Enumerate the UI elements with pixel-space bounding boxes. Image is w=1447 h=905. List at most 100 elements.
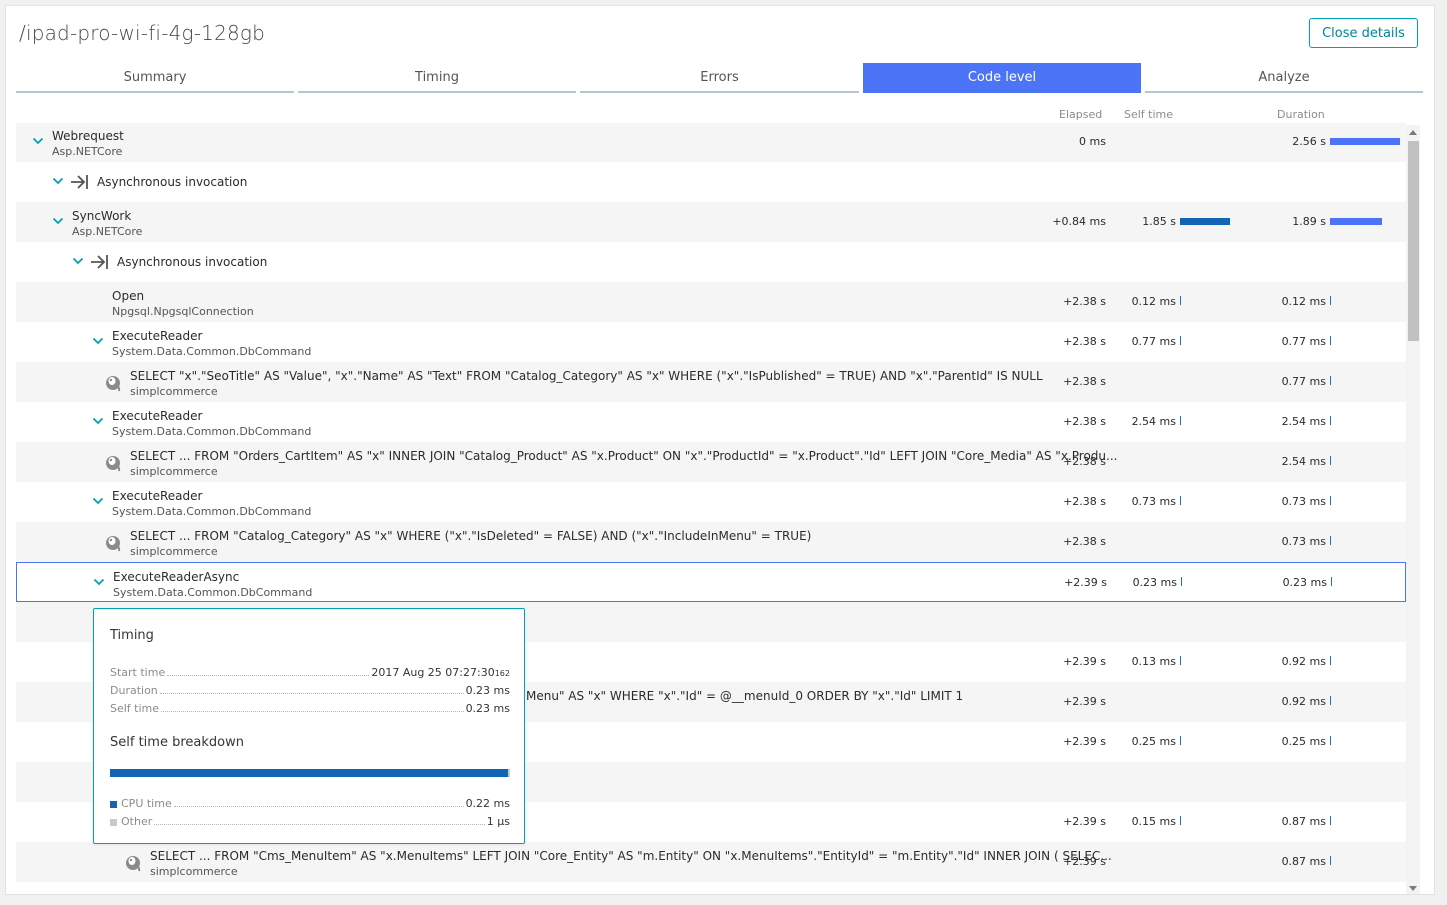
duration-value: 0.92 ms (1281, 695, 1326, 708)
call-tree-row[interactable]: ExecuteReader System.Data.Common.DbComman… (16, 402, 1406, 442)
self-time-value: 0.12 ms (1131, 295, 1176, 308)
column-header-elapsed[interactable]: Elapsed (1059, 108, 1102, 121)
column-header-duration[interactable]: Duration (1277, 108, 1325, 121)
duration-value: 2.54 ms (1281, 455, 1326, 468)
postgresql-icon (104, 454, 124, 472)
timing-tooltip: Timing Start time 2017 Aug 25 07:27:3016… (93, 608, 525, 844)
duration-bar (1331, 577, 1332, 586)
call-tree-row[interactable]: Asynchronous invocation (16, 162, 1406, 202)
duration-value: 0.25 ms (1281, 735, 1326, 748)
scrollbar[interactable] (1406, 125, 1420, 894)
row-subtitle: System.Data.Common.DbCommand (112, 505, 312, 518)
duration-bar (1330, 138, 1400, 145)
call-tree-row[interactable]: ExecuteReader System.Data.Common.DbComman… (16, 482, 1406, 522)
start-time-value: 2017 Aug 25 07:27:30 (371, 666, 495, 679)
tab-errors[interactable]: Errors (580, 63, 859, 93)
row-name: Open (112, 289, 145, 303)
call-tree-row[interactable]: Webrequest Asp.NETCore 0 ms 2.56 s (16, 123, 1406, 162)
row-subtitle: System.Data.Common.DbCommand (113, 586, 313, 599)
scroll-up-arrow-icon[interactable] (1409, 130, 1417, 135)
row-subtitle: simplcommerce (130, 385, 218, 398)
row-subtitle: System.Data.Common.DbCommand (112, 345, 312, 358)
call-tree-row[interactable]: Asynchronous invocation (16, 242, 1406, 282)
duration-value: 0.12 ms (1281, 295, 1326, 308)
self-time-value: 0.13 ms (1131, 655, 1176, 668)
duration-value: 0.87 ms (1281, 855, 1326, 868)
self-time-bar (1181, 577, 1182, 586)
column-header-self-time[interactable]: Self time (1124, 108, 1173, 121)
duration-bar (1330, 816, 1331, 825)
postgresql-icon (124, 854, 144, 872)
duration-bar (1330, 296, 1331, 305)
row-name: ExecuteReader (112, 489, 203, 503)
chevron-down-icon[interactable] (93, 576, 105, 588)
self-time-value: 2.54 ms (1131, 415, 1176, 428)
row-name: SELECT ... FROM "Catalog_Category" AS "x… (130, 529, 812, 543)
duration-value: 0.23 ms (1282, 576, 1327, 589)
other-time-line: Other 1 µs (110, 814, 510, 828)
tab-bar: Summary Timing Errors Code level Analyze (16, 63, 1423, 93)
self-time-value: 0.25 ms (1131, 735, 1176, 748)
tab-summary[interactable]: Summary (16, 63, 294, 93)
chevron-down-icon[interactable] (32, 135, 44, 147)
row-name: ExecuteReader (112, 409, 203, 423)
call-tree-row[interactable]: SELECT "x"."SeoTitle" AS "Value", "x"."N… (16, 362, 1406, 402)
self-time-value: 0.15 ms (1131, 815, 1176, 828)
call-tree-row[interactable]: ExecuteReader System.Data.Common.DbComman… (16, 322, 1406, 362)
duration-value: 2.56 s (1292, 135, 1326, 148)
duration-bar (1330, 856, 1331, 865)
call-tree-row-selected[interactable]: ExecuteReaderAsync System.Data.Common.DbC… (16, 562, 1406, 602)
self-time-value: 0.77 ms (1131, 335, 1176, 348)
row-name: SELECT "x"."SeoTitle" AS "Value", "x"."N… (130, 369, 1043, 383)
close-details-button[interactable]: Close details (1309, 18, 1418, 48)
duration-value: 0.23 ms (465, 684, 510, 697)
other-legend-swatch (110, 818, 117, 826)
call-tree-row[interactable]: SELECT ... FROM "Cms_MenuItem" AS "x.Men… (16, 842, 1406, 882)
self-time-bar (1180, 656, 1181, 665)
self-time-bar (1180, 218, 1230, 225)
row-subtitle: Asp.NETCore (72, 225, 143, 238)
start-time-line: Start time 2017 Aug 25 07:27:30162 (110, 665, 510, 679)
self-time-value: 0.23 ms (1132, 576, 1177, 589)
row-subtitle: System.Data.Common.DbCommand (112, 425, 312, 438)
duration-value: 0.77 ms (1281, 375, 1326, 388)
page-title: /ipad-pro-wi-fi-4g-128gb (19, 21, 266, 45)
chevron-down-icon[interactable] (52, 175, 64, 187)
self-time-bar (1180, 816, 1181, 825)
duration-line: Duration 0.23 ms (110, 683, 510, 697)
duration-bar (1330, 536, 1331, 545)
elapsed-value: +2.38 s (1063, 535, 1106, 548)
call-tree-row[interactable]: Open Npgsql.NpgsqlConnection +2.38 s 0.12 m… (16, 282, 1406, 322)
cpu-legend-swatch (110, 800, 117, 808)
row-name: SyncWork (72, 209, 132, 223)
cpu-time-line: CPU time 0.22 ms (110, 796, 510, 810)
row-name: Webrequest (52, 129, 124, 143)
self-time-label: Self time (110, 702, 160, 715)
row-subtitle: simplcommerce (150, 865, 238, 878)
self-time-value: 1.85 s (1142, 215, 1176, 228)
chevron-down-icon[interactable] (52, 215, 64, 227)
start-time-label: Start time (110, 666, 166, 679)
call-tree-row[interactable]: SELECT ... FROM "Orders_CartItem" AS "x"… (16, 442, 1406, 482)
row-subtitle: simplcommerce (130, 545, 218, 558)
duration-value: 0.92 ms (1281, 655, 1326, 668)
duration-bar (1330, 736, 1331, 745)
self-time-bar (1180, 736, 1181, 745)
self-time-bar (1180, 416, 1181, 425)
call-tree-row[interactable]: SyncWork Asp.NETCore +0.84 ms 1.85 s 1.89 s (16, 202, 1406, 242)
self-time-bar (1180, 496, 1181, 505)
chevron-down-icon[interactable] (92, 415, 104, 427)
call-tree-row[interactable]: SELECT ... FROM "Catalog_Category" AS "x… (16, 522, 1406, 562)
scroll-down-arrow-icon[interactable] (1409, 886, 1417, 891)
chevron-down-icon[interactable] (92, 335, 104, 347)
self-time-value: 0.23 ms (465, 702, 510, 715)
tab-code-level[interactable]: Code level (863, 63, 1141, 93)
scroll-thumb[interactable] (1408, 141, 1419, 341)
async-invocation-icon (90, 253, 110, 271)
duration-label: Duration (110, 684, 158, 697)
row-name: Asynchronous invocation (117, 255, 268, 269)
tab-analyze[interactable]: Analyze (1145, 63, 1423, 93)
tab-timing[interactable]: Timing (298, 63, 576, 93)
chevron-down-icon[interactable] (92, 495, 104, 507)
chevron-down-icon[interactable] (72, 255, 84, 267)
